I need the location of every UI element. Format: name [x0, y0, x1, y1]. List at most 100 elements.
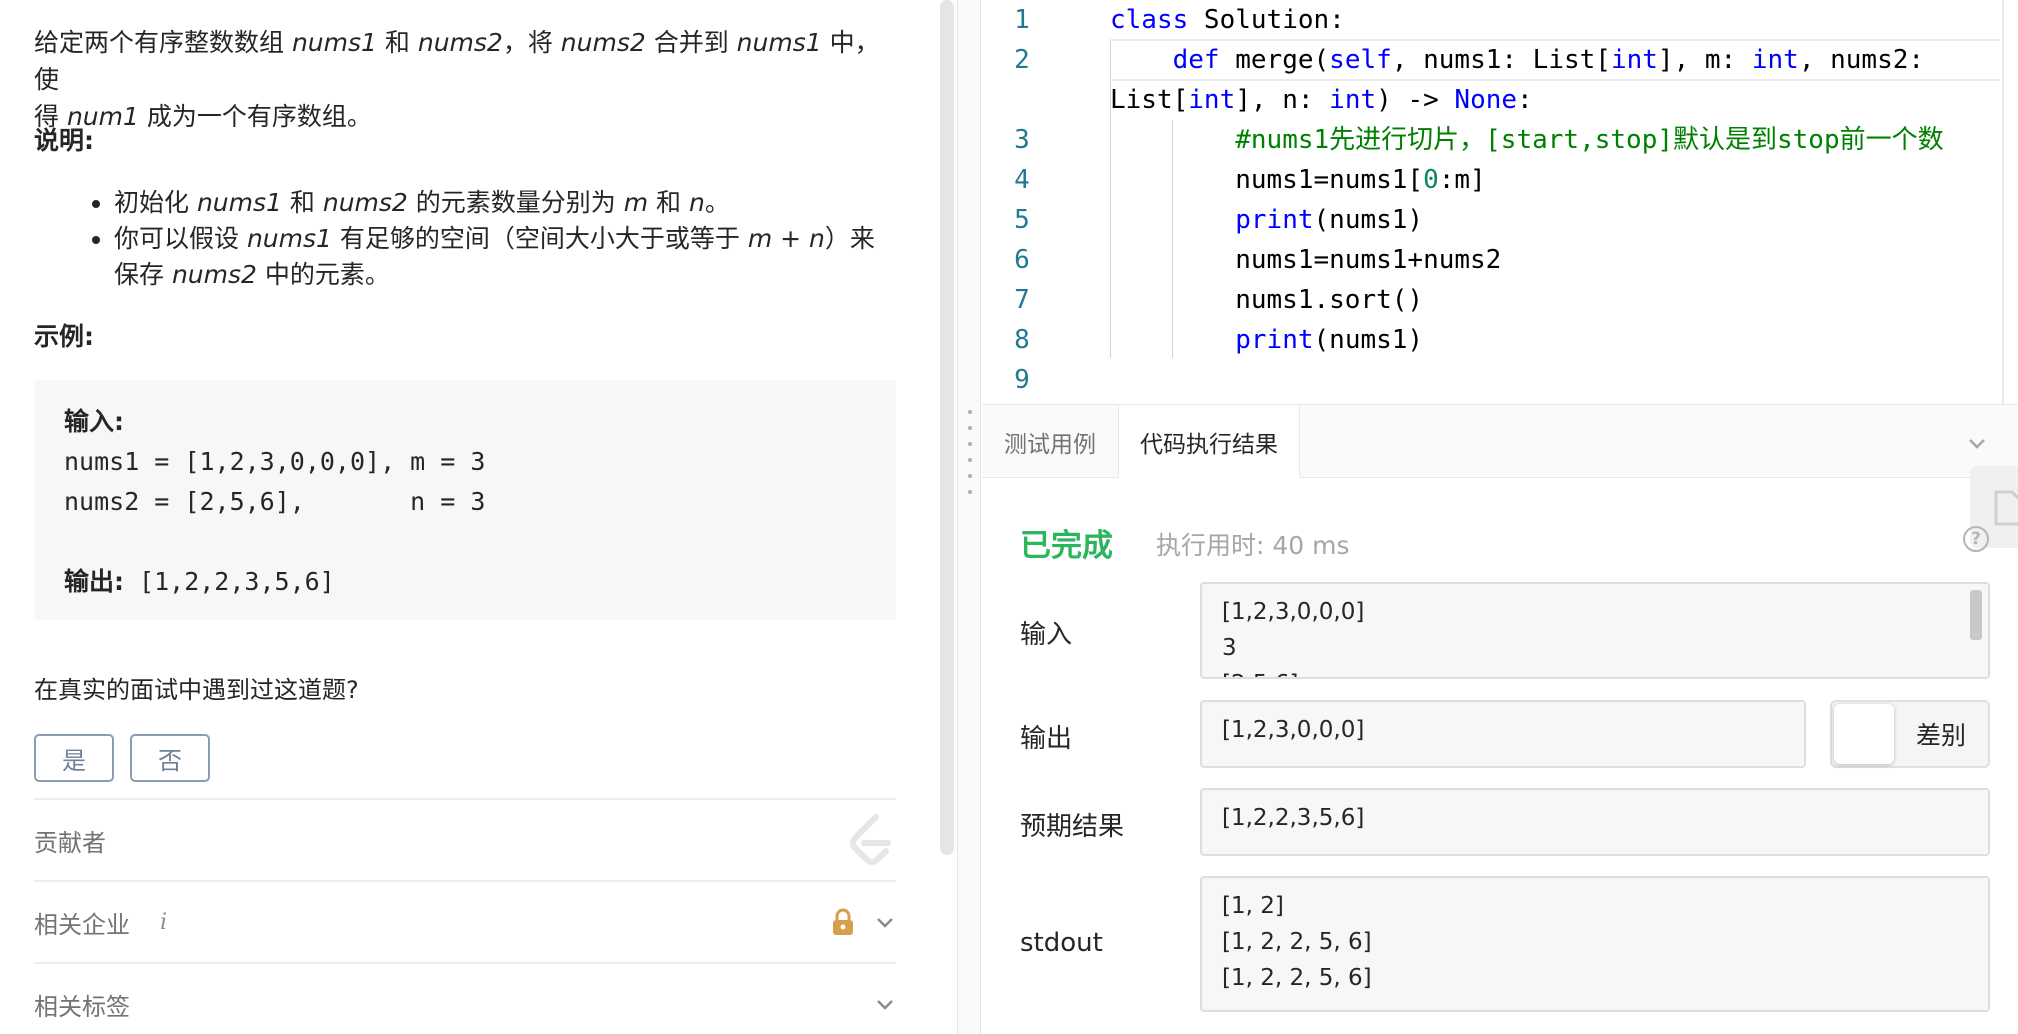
problem-intro: 给定两个有序整数数组 nums1 和 nums2，将 nums2 合并到 num…: [34, 24, 904, 135]
text: 中的元素。: [256, 260, 390, 289]
note-list: 初始化 nums1 和 nums2 的元素数量分别为 m 和 n。 你可以假设 …: [80, 185, 880, 293]
stdout-box: [1, 2] [1, 2, 2, 5, 6] [1, 2, 2, 5, 6]: [1200, 876, 1990, 1012]
var: nums1: [246, 224, 332, 253]
companies-right: [830, 908, 896, 936]
related-companies-section[interactable]: 相关企业 i: [34, 880, 896, 962]
stdout-line: [1, 2, 2, 5, 6]: [1222, 929, 1372, 955]
example-block: 输入: nums1 = [1,2,3,0,0,0], m = 3 nums2 =…: [34, 380, 896, 620]
code-line-3: #nums1先进行切片，[start,stop]默认是到stop前一个数: [1110, 120, 1944, 160]
var-nums2: nums2: [560, 28, 646, 57]
code-token: int: [1329, 85, 1377, 115]
input-line: 3: [1222, 635, 1237, 661]
line-number: 7: [1014, 285, 1030, 315]
line-number: 5: [1014, 205, 1030, 235]
text: ）来: [824, 224, 875, 253]
tab-testcase[interactable]: 测试用例: [982, 405, 1118, 478]
example-line-1: nums1 = [1,2,3,0,0,0], m = 3: [64, 447, 486, 476]
code-token: self: [1329, 45, 1392, 75]
line-number: 6: [1014, 245, 1030, 275]
text: 合并到: [645, 28, 737, 57]
exec-time: 执行用时: 40 ms: [1156, 531, 1350, 560]
chevron-down-icon[interactable]: [874, 911, 896, 933]
related-companies-label: 相关企业: [34, 910, 130, 939]
grip-dot: [968, 474, 972, 478]
toggle-switch[interactable]: [1834, 704, 1894, 764]
code-line-6: nums1=nums1+nums2: [1110, 245, 1502, 275]
text: 有足够的空间（空间大小大于或等于: [331, 224, 748, 253]
line-number: 4: [1014, 165, 1030, 195]
code-token: def: [1172, 45, 1220, 75]
output-label: 输出: [1020, 724, 1073, 754]
note-heading: 说明:: [34, 126, 94, 155]
left-scrollbar[interactable]: [940, 0, 954, 855]
example-output: 输出: [1,2,2,3,5,6]: [64, 562, 866, 602]
no-button[interactable]: 否: [130, 734, 210, 782]
var: m: [623, 188, 649, 217]
line-number: 2: [1014, 45, 1030, 75]
grip-dot: [968, 458, 972, 462]
contributors-section[interactable]: 贡献者: [34, 798, 896, 880]
text: 保存: [114, 260, 172, 289]
diff-label: 差别: [1916, 721, 1967, 750]
code-comment: #nums1先进行切片，[start,stop]默认是到stop前一个数: [1235, 125, 1944, 155]
input-line: [1,2,3,0,0,0]: [1222, 599, 1365, 625]
code-line-4: nums1=nums1[0:m]: [1110, 165, 1486, 195]
line-number: 3: [1014, 125, 1030, 155]
text: 和: [648, 188, 689, 217]
stdout-line: [1, 2, 2, 5, 6]: [1222, 965, 1372, 991]
yes-button[interactable]: 是: [34, 734, 114, 782]
code-number: 0: [1423, 165, 1439, 195]
code-line-1: class Solution:: [1110, 5, 1345, 35]
console-tabs: 测试用例 代码执行结果: [982, 404, 2018, 478]
interview-question: 在真实的面试中遇到过这道题?: [34, 676, 359, 704]
run-status: 已完成: [1020, 528, 1113, 564]
text: 。: [704, 188, 730, 217]
problem-description-panel: 给定两个有序整数数组 nums1 和 nums2，将 nums2 合并到 num…: [0, 0, 960, 1034]
code-token: int: [1751, 45, 1799, 75]
example-input-label: 输入:: [64, 407, 124, 436]
grip-dot: [968, 490, 972, 494]
var: m + n: [747, 224, 825, 253]
tab-result[interactable]: 代码执行结果: [1118, 405, 1300, 478]
code-line-8: print(nums1): [1235, 325, 1424, 355]
grip-dot: [968, 410, 972, 414]
intro-line-1: 给定两个有序整数数组 nums1 和 nums2，将 nums2 合并到 num…: [34, 24, 904, 98]
pane-splitter[interactable]: [957, 0, 981, 1034]
grip-dot: [968, 442, 972, 446]
var: nums1: [196, 188, 282, 217]
grip-dot: [968, 426, 972, 430]
list-item: 你可以假设 nums1 有足够的空间（空间大小大于或等于 m + n）来 保存 …: [114, 221, 880, 293]
code-line-2-wrap: List[int], n: int) -> None:: [1110, 85, 1533, 115]
output-box: [1,2,3,0,0,0]: [1200, 700, 1806, 768]
text: 成为一个有序数组。: [138, 102, 372, 131]
input-label: 输入: [1020, 620, 1073, 650]
var-nums1: nums1: [736, 28, 822, 57]
var-nums2: nums2: [417, 28, 503, 57]
chevron-down-icon[interactable]: [874, 993, 896, 1015]
input-scrollbar[interactable]: [1970, 590, 1982, 640]
collapse-chevron-icon[interactable]: [1966, 432, 1988, 454]
var: n: [689, 188, 705, 217]
help-icon[interactable]: ?: [1963, 526, 1989, 552]
code-editor[interactable]: 1 2 3 4 5 6 7 8 9 class Solution: def me…: [982, 0, 2018, 404]
var: nums2: [322, 188, 408, 217]
code-line-5: print(nums1): [1235, 205, 1424, 235]
code-line-2: def merge(self, nums1: List[int], m: int…: [1172, 45, 1925, 75]
related-tags-section[interactable]: 相关标签: [34, 962, 896, 1034]
input-line: [2,5,6]: [1222, 666, 1968, 677]
code-line-7: nums1.sort(): [1110, 285, 1424, 315]
code-token: class: [1110, 5, 1189, 35]
editor-scrollbar[interactable]: [2002, 0, 2004, 404]
example-heading: 示例:: [34, 322, 94, 351]
input-box[interactable]: [1,2,3,0,0,0] 3 [2,5,6]: [1200, 582, 1990, 679]
info-icon[interactable]: i: [160, 910, 167, 935]
diff-toggle[interactable]: 差别: [1830, 700, 1990, 768]
expected-label: 预期结果: [1020, 812, 1125, 842]
text: 和: [376, 28, 418, 57]
line-number: 9: [1014, 365, 1030, 395]
example-output-value: [1,2,2,3,5,6]: [124, 567, 335, 596]
lock-icon: [833, 908, 853, 935]
leetcode-logo-icon: [850, 814, 891, 865]
text: ，将: [502, 28, 561, 57]
